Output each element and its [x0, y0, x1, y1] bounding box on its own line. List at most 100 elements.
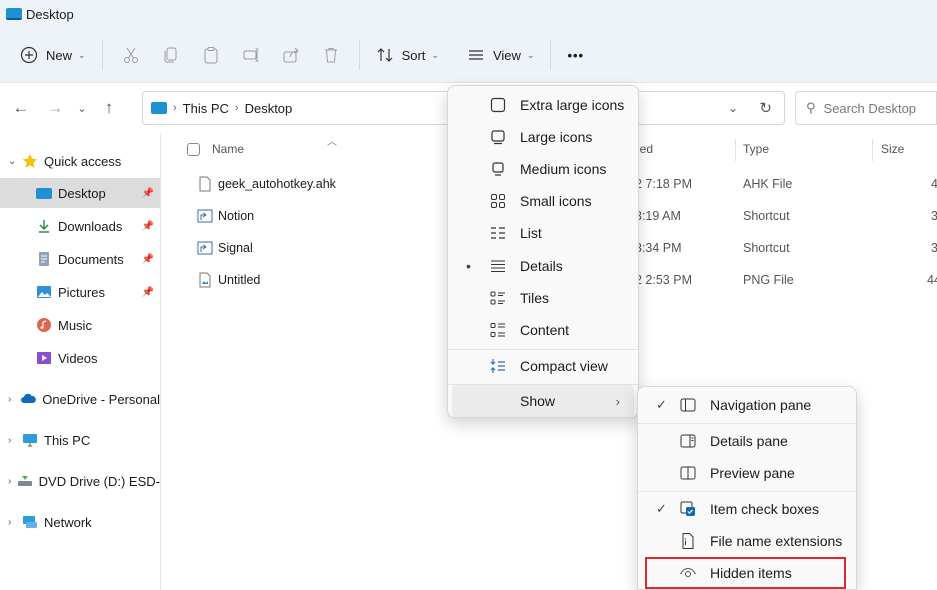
check-icon: ✓ — [656, 397, 667, 412]
file-size: 4 — [931, 177, 937, 191]
arrow-left-icon: ← — [12, 98, 30, 117]
cut-button[interactable] — [111, 37, 151, 73]
menu-item-content[interactable]: Content — [452, 314, 634, 346]
view-button[interactable]: View ⌄ — [459, 37, 543, 73]
chevron-right-icon: › — [615, 393, 620, 409]
command-bar: New ⌄ Sort ⌄ View ⌄ ••• — [0, 28, 937, 83]
search-box[interactable]: ⚲ Search Desktop — [795, 91, 937, 125]
chevron-down-icon: ⌄ — [77, 102, 87, 115]
grid-icon — [488, 191, 508, 211]
column-header-name[interactable]: Name — [187, 133, 447, 165]
sidebar-item-label: Network — [44, 514, 92, 530]
sidebar-item-music[interactable]: Music — [0, 310, 160, 340]
menu-item-label: Show — [520, 393, 556, 409]
sidebar-item-desktop[interactable]: Desktop 📌 — [0, 178, 160, 208]
share-button[interactable] — [271, 37, 311, 73]
forward-button[interactable]: → — [38, 93, 72, 123]
back-button[interactable]: ← — [4, 93, 38, 123]
menu-item-label: Content — [520, 322, 570, 338]
file-icon — [197, 176, 213, 192]
column-header-modified[interactable]: ied — [637, 133, 737, 165]
column-header-label: Type — [743, 142, 770, 156]
file-type: AHK File — [743, 177, 793, 191]
file-name: Signal — [218, 241, 253, 255]
sidebar-item-label: Videos — [58, 350, 98, 366]
breadcrumb-desktop[interactable]: Desktop — [245, 101, 293, 116]
paste-button[interactable] — [191, 37, 231, 73]
annotation-highlight-box — [645, 557, 846, 589]
chevron-right-icon[interactable]: › — [8, 476, 17, 487]
more-options-button[interactable]: ••• — [559, 37, 592, 73]
chevron-right-icon[interactable]: › — [8, 517, 22, 528]
monitor-icon — [22, 432, 38, 448]
preview-pane-icon — [678, 463, 698, 483]
rename-button[interactable] — [231, 37, 271, 73]
file-size: 44 — [927, 273, 937, 287]
desktop-folder-icon — [36, 185, 52, 201]
menu-item-item-check-boxes[interactable]: ✓ Item check boxes — [642, 493, 852, 525]
sidebar-item-dvd-drive[interactable]: › DVD Drive (D:) ESD- — [0, 466, 160, 496]
menu-item-preview-pane[interactable]: Preview pane — [642, 457, 852, 489]
square-medium-icon — [488, 127, 508, 147]
menu-item-details-pane[interactable]: Details pane — [642, 425, 852, 457]
chevron-down-icon[interactable]: ⌄ — [8, 156, 22, 167]
menu-item-label: Details pane — [710, 433, 788, 449]
sidebar-item-this-pc[interactable]: › This PC — [0, 425, 160, 455]
dvd-drive-icon — [17, 473, 33, 489]
recent-locations-button[interactable]: ⌄ — [72, 93, 92, 123]
delete-button[interactable] — [311, 37, 351, 73]
refresh-icon[interactable]: ↻ — [759, 99, 772, 117]
menu-item-label: File name extensions — [710, 533, 843, 549]
menu-item-label: Preview pane — [710, 465, 795, 481]
sidebar-item-network[interactable]: › Network — [0, 507, 160, 537]
search-placeholder: Search Desktop — [823, 100, 917, 116]
sidebar-item-pictures[interactable]: Pictures 📌 — [0, 277, 160, 307]
copy-button[interactable] — [151, 37, 191, 73]
sidebar-item-videos[interactable]: Videos — [0, 343, 160, 373]
up-button[interactable]: ↑ — [92, 93, 126, 123]
menu-item-extra-large-icons[interactable]: Extra large icons — [452, 89, 634, 121]
menu-item-file-name-extensions[interactable]: File name extensions — [642, 525, 852, 557]
column-divider[interactable] — [872, 139, 873, 161]
file-type: PNG File — [743, 273, 794, 287]
menu-item-small-icons[interactable]: Small icons — [452, 185, 634, 217]
file-type: Shortcut — [743, 241, 790, 255]
chevron-right-icon[interactable]: › — [8, 394, 20, 405]
menu-item-label: Medium icons — [520, 161, 607, 177]
menu-item-compact-view[interactable]: Compact view — [452, 350, 634, 382]
file-name: Untitled — [218, 273, 261, 287]
monitor-icon — [151, 102, 167, 114]
chevron-right-icon[interactable]: › — [8, 435, 22, 446]
column-header-size[interactable]: Size — [881, 133, 937, 165]
menu-item-tiles[interactable]: Tiles — [452, 282, 634, 314]
menu-item-large-icons[interactable]: Large icons — [452, 121, 634, 153]
new-button-label: New — [46, 47, 73, 63]
file-modified: 3:34 PM — [635, 241, 682, 255]
new-button[interactable]: New ⌄ — [12, 37, 94, 73]
menu-item-medium-icons[interactable]: Medium icons — [452, 153, 634, 185]
menu-item-label: Small icons — [520, 193, 592, 209]
select-all-checkbox[interactable] — [187, 142, 200, 156]
column-header-type[interactable]: Type — [743, 133, 863, 165]
sort-button[interactable]: Sort ⌄ — [368, 37, 447, 73]
shortcut-icon — [197, 240, 213, 256]
breadcrumb-this-pc[interactable]: This PC — [183, 101, 229, 116]
sidebar-item-quick-access[interactable]: ⌄ Quick access — [0, 146, 160, 176]
menu-item-list[interactable]: List — [452, 217, 634, 249]
menu-item-navigation-pane[interactable]: ✓ Navigation pane — [642, 389, 852, 421]
sidebar-item-documents[interactable]: Documents 📌 — [0, 244, 160, 274]
chevron-right-icon: › — [234, 102, 239, 114]
menu-item-show[interactable]: Show › — [452, 385, 634, 417]
address-dropdown-icon[interactable]: ⌄ — [728, 101, 738, 115]
column-divider[interactable] — [735, 139, 736, 161]
plus-circle-icon — [20, 46, 38, 64]
details-pane-icon — [678, 431, 698, 451]
file-name: Notion — [218, 209, 255, 223]
menu-item-details[interactable]: • Details — [452, 250, 634, 282]
tiles-icon — [488, 288, 508, 308]
menu-item-label: Navigation pane — [710, 397, 812, 413]
rename-icon — [243, 48, 259, 62]
sidebar-item-downloads[interactable]: Downloads 📌 — [0, 211, 160, 241]
clipboard-icon — [204, 47, 218, 64]
sidebar-item-onedrive[interactable]: › OneDrive - Personal — [0, 384, 160, 414]
